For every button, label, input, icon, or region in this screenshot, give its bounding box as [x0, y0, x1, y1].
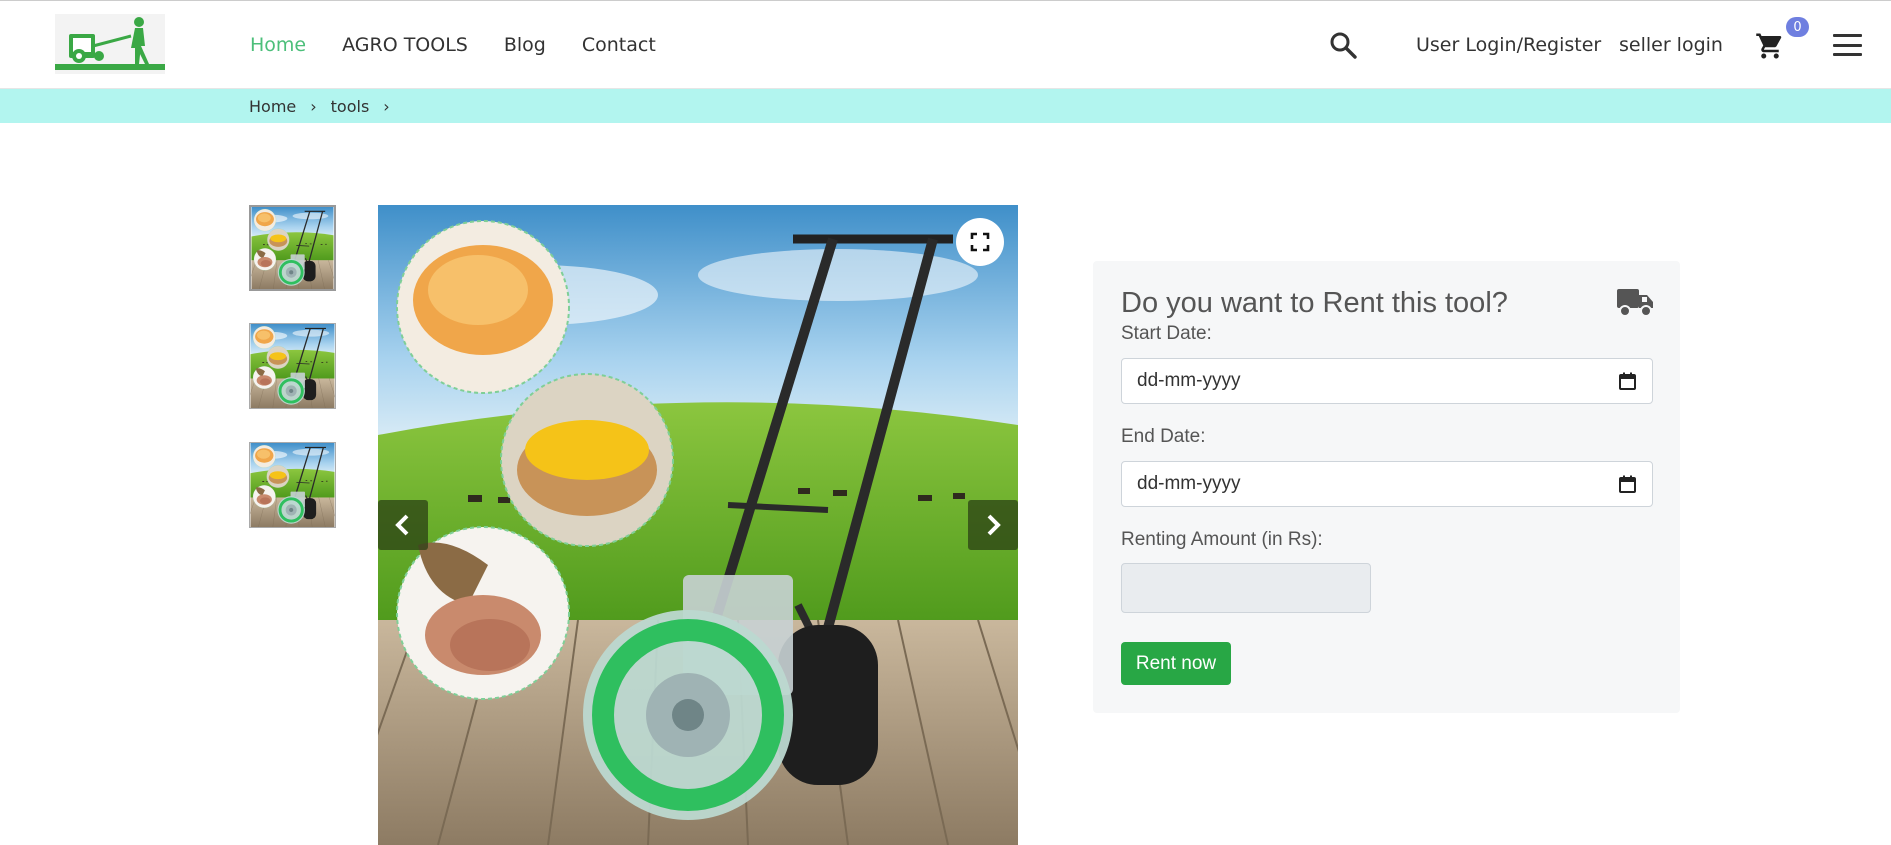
cart-count-badge: 0 — [1786, 17, 1809, 37]
breadcrumb-bar: Home › tools › — [0, 89, 1891, 123]
end-date-input[interactable]: dd-mm-yyyy — [1121, 461, 1653, 507]
hamburger-menu-icon[interactable] — [1833, 34, 1862, 56]
delivery-truck-icon — [1616, 286, 1654, 318]
nav-contact[interactable]: Contact — [582, 34, 656, 56]
nav-blog[interactable]: Blog — [504, 34, 546, 56]
chevron-left-icon — [395, 514, 409, 536]
renting-amount-field — [1121, 563, 1371, 613]
renting-amount-label: Renting Amount (in Rs): — [1121, 529, 1323, 550]
chevron-right-icon — [987, 514, 1001, 536]
seller-login-link[interactable]: seller login — [1619, 1, 1723, 89]
search-icon[interactable] — [1329, 31, 1357, 59]
rent-tool-panel: Do you want to Rent this tool? Start Dat… — [1093, 261, 1680, 713]
rent-now-button[interactable]: Rent now — [1121, 642, 1231, 685]
product-thumbnail-1[interactable] — [249, 205, 336, 291]
user-login-register-link[interactable]: User Login/Register — [1416, 1, 1601, 89]
site-header: Home AGRO TOOLS Blog Contact User Login/… — [0, 1, 1891, 89]
calendar-icon[interactable] — [1619, 372, 1636, 390]
breadcrumb-tools[interactable]: tools — [331, 97, 370, 116]
rent-panel-title: Do you want to Rent this tool? — [1121, 287, 1508, 319]
main-nav: Home AGRO TOOLS Blog Contact — [250, 1, 656, 89]
start-date-input[interactable]: dd-mm-yyyy — [1121, 358, 1653, 404]
nav-agro-tools[interactable]: AGRO TOOLS — [342, 34, 468, 56]
prev-image-button[interactable] — [378, 500, 428, 550]
product-thumbnail-3[interactable] — [249, 442, 336, 528]
end-date-label: End Date: — [1121, 426, 1206, 447]
product-thumbnail-2[interactable] — [249, 323, 336, 409]
nav-home[interactable]: Home — [250, 34, 306, 56]
product-main-image[interactable] — [378, 205, 1018, 845]
farmer-with-seeder-logo[interactable] — [55, 14, 165, 74]
next-image-button[interactable] — [968, 500, 1018, 550]
fullscreen-icon[interactable] — [956, 218, 1004, 266]
end-date-placeholder: dd-mm-yyyy — [1137, 473, 1241, 494]
start-date-placeholder: dd-mm-yyyy — [1137, 370, 1241, 391]
start-date-label: Start Date: — [1121, 323, 1212, 344]
chevron-right-icon: › — [310, 96, 317, 116]
shopping-cart-icon[interactable] — [1755, 31, 1785, 61]
breadcrumb: Home › tools › — [249, 89, 390, 123]
chevron-right-icon: › — [383, 96, 390, 116]
breadcrumb-home[interactable]: Home — [249, 97, 296, 116]
calendar-icon[interactable] — [1619, 475, 1636, 493]
